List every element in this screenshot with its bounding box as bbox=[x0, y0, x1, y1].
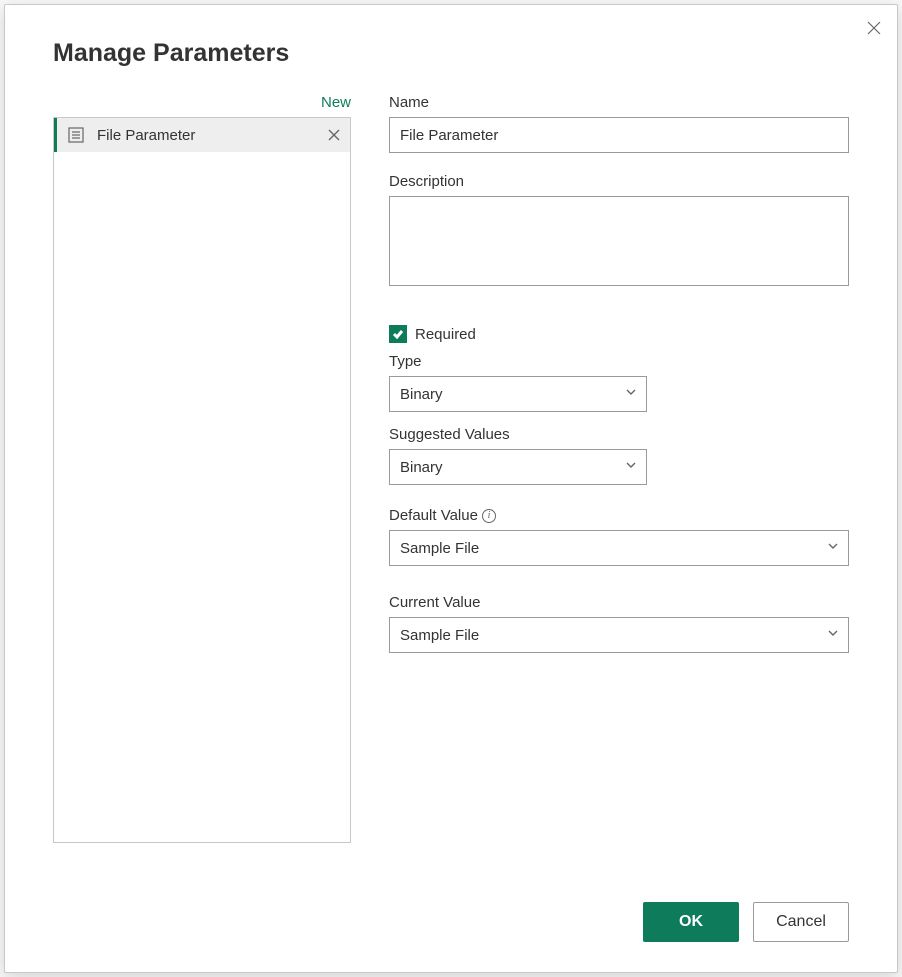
description-input[interactable] bbox=[389, 196, 849, 286]
description-field-block: Description bbox=[389, 173, 849, 291]
required-label: Required bbox=[415, 326, 476, 343]
suggested-values-label: Suggested Values bbox=[389, 426, 849, 443]
default-value-value: Sample File bbox=[400, 540, 479, 557]
cancel-button[interactable]: Cancel bbox=[753, 902, 849, 942]
suggested-values-value: Binary bbox=[400, 459, 443, 476]
parameter-icon bbox=[67, 126, 85, 144]
chevron-down-icon bbox=[626, 389, 636, 399]
manage-parameters-dialog: Manage Parameters New File Parameter bbox=[4, 4, 898, 973]
dialog-title: Manage Parameters bbox=[5, 5, 897, 68]
dialog-footer: OK Cancel bbox=[643, 902, 849, 942]
current-value-field-block: Current Value Sample File bbox=[389, 594, 849, 653]
required-field: Required bbox=[389, 325, 849, 343]
chevron-down-icon bbox=[828, 543, 838, 553]
type-label: Type bbox=[389, 353, 849, 370]
suggested-values-select[interactable]: Binary bbox=[389, 449, 647, 485]
current-value-select[interactable]: Sample File bbox=[389, 617, 849, 653]
current-value-label: Current Value bbox=[389, 594, 849, 611]
close-icon bbox=[866, 20, 882, 36]
info-icon: i bbox=[482, 509, 496, 523]
dialog-content: New File Parameter Name bbox=[5, 68, 897, 843]
name-input[interactable] bbox=[389, 117, 849, 153]
parameter-item-label: File Parameter bbox=[97, 127, 326, 144]
parameter-list: File Parameter bbox=[53, 117, 351, 843]
delete-parameter-button[interactable] bbox=[326, 127, 342, 143]
delete-icon bbox=[327, 128, 341, 142]
type-field-block: Type Binary bbox=[389, 353, 849, 412]
type-select[interactable]: Binary bbox=[389, 376, 647, 412]
new-parameter-link[interactable]: New bbox=[53, 94, 351, 117]
default-value-label: Default Value bbox=[389, 507, 478, 524]
name-field-block: Name bbox=[389, 94, 849, 153]
current-value-value: Sample File bbox=[400, 627, 479, 644]
type-value: Binary bbox=[400, 386, 443, 403]
close-button[interactable] bbox=[863, 17, 885, 39]
ok-button[interactable]: OK bbox=[643, 902, 739, 942]
description-label: Description bbox=[389, 173, 849, 190]
checkmark-icon bbox=[392, 328, 404, 340]
default-value-field-block: Default Value i Sample File bbox=[389, 507, 849, 566]
name-label: Name bbox=[389, 94, 849, 111]
parameter-list-item[interactable]: File Parameter bbox=[54, 118, 350, 152]
default-value-select[interactable]: Sample File bbox=[389, 530, 849, 566]
parameter-form: Name Description Required Type Binary bbox=[389, 94, 849, 843]
chevron-down-icon bbox=[626, 462, 636, 472]
chevron-down-icon bbox=[828, 630, 838, 640]
suggested-values-field-block: Suggested Values Binary bbox=[389, 426, 849, 485]
default-value-label-row: Default Value i bbox=[389, 507, 849, 524]
parameter-list-panel: New File Parameter bbox=[53, 94, 351, 843]
required-checkbox[interactable] bbox=[389, 325, 407, 343]
